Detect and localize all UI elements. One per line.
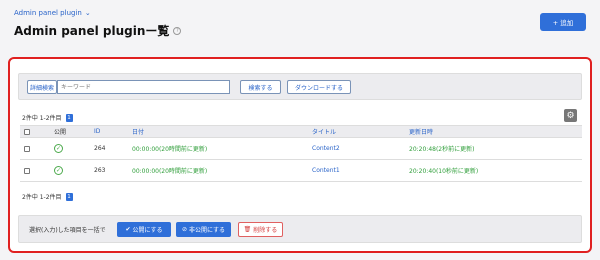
col-date[interactable]: 日付 bbox=[128, 125, 308, 138]
search-bar: 詳細検索 検索する ダウンロードする bbox=[18, 73, 582, 100]
row-id: 264 bbox=[90, 137, 128, 160]
page-number[interactable]: 1 bbox=[65, 113, 73, 122]
pagination-top: 2件中 1-2件目 1 bbox=[22, 113, 73, 122]
unpublish-button-label: 非公開にする bbox=[188, 227, 226, 234]
pagination-bottom: 2件中 1-2件目 1 bbox=[22, 192, 73, 201]
check-circle-icon: ✔ bbox=[125, 226, 131, 233]
add-button[interactable]: + 追加 bbox=[540, 13, 586, 31]
content-table: 公開 ID 日付 タイトル 更新日時 ✓ 264 00:00:00(20時間前に… bbox=[20, 125, 582, 182]
result-count: 2件中 1-2件目 bbox=[22, 194, 62, 201]
row-date: 00:00:00(20時間前に更新) bbox=[128, 137, 308, 160]
check-circle-icon: ✓ bbox=[54, 144, 63, 153]
search-button[interactable]: 検索する bbox=[240, 80, 281, 94]
keyword-input[interactable] bbox=[57, 80, 230, 94]
select-all-checkbox[interactable] bbox=[24, 128, 30, 135]
delete-button-label: 削除する bbox=[253, 227, 278, 234]
gear-icon[interactable]: ⚙ bbox=[564, 109, 577, 122]
breadcrumb-label[interactable]: Admin panel plugin bbox=[14, 9, 82, 17]
download-button[interactable]: ダウンロードする bbox=[287, 80, 351, 94]
row-updated: 20:20:48(2秒前に更新) bbox=[405, 137, 582, 160]
row-checkbox[interactable] bbox=[24, 167, 30, 174]
table-row: ✓ 263 00:00:00(20時間前に更新) Content1 20:20:… bbox=[20, 159, 582, 182]
help-icon[interactable]: ? bbox=[173, 26, 182, 35]
detail-search-button[interactable]: 詳細検索 bbox=[27, 80, 57, 94]
col-updated[interactable]: 更新日時 bbox=[405, 125, 582, 138]
col-title[interactable]: タイトル bbox=[308, 125, 405, 138]
result-count: 2件中 1-2件目 bbox=[22, 115, 62, 122]
bulk-label: 選択(入力)した項目を一括で bbox=[29, 227, 106, 234]
unpublish-button[interactable]: ⊘ 非公開にする bbox=[176, 222, 231, 237]
table-row: ✓ 264 00:00:00(20時間前に更新) Content2 20:20:… bbox=[20, 137, 582, 160]
row-id: 263 bbox=[90, 159, 128, 182]
chevron-down-icon[interactable]: ⌄ bbox=[85, 9, 91, 17]
col-id[interactable]: ID bbox=[90, 125, 128, 138]
breadcrumb[interactable]: Admin panel plugin ⌄ bbox=[14, 9, 91, 17]
check-circle-icon: ✓ bbox=[54, 166, 63, 175]
row-date: 00:00:00(20時間前に更新) bbox=[128, 159, 308, 182]
ban-icon: ⊘ bbox=[181, 226, 187, 233]
row-title-link[interactable]: Content2 bbox=[308, 137, 405, 160]
delete-button[interactable]: 🗑 削除する bbox=[238, 222, 283, 237]
row-checkbox[interactable] bbox=[24, 145, 30, 152]
select-all-checkbox-cell[interactable] bbox=[20, 125, 50, 138]
page-number[interactable]: 1 bbox=[65, 192, 73, 201]
page-title-text: Admin panel pluginー覧 bbox=[14, 24, 170, 38]
content-panel: 詳細検索 検索する ダウンロードする 2件中 1-2件目 1 ⚙ 公開 ID 日… bbox=[8, 57, 592, 253]
bulk-action-bar: 選択(入力)した項目を一括で ✔ 公開にする ⊘ 非公開にする 🗑 削除する bbox=[18, 215, 582, 243]
row-title-link[interactable]: Content1 bbox=[308, 159, 405, 182]
col-published: 公開 bbox=[50, 125, 90, 138]
publish-button[interactable]: ✔ 公開にする bbox=[117, 222, 171, 237]
publish-button-label: 公開にする bbox=[132, 227, 163, 234]
page-title: Admin panel pluginー覧 ? bbox=[14, 22, 182, 39]
row-updated: 20:20:40(10秒前に更新) bbox=[405, 159, 582, 182]
trash-icon: 🗑 bbox=[243, 226, 252, 233]
table-header-row: 公開 ID 日付 タイトル 更新日時 bbox=[20, 125, 582, 138]
